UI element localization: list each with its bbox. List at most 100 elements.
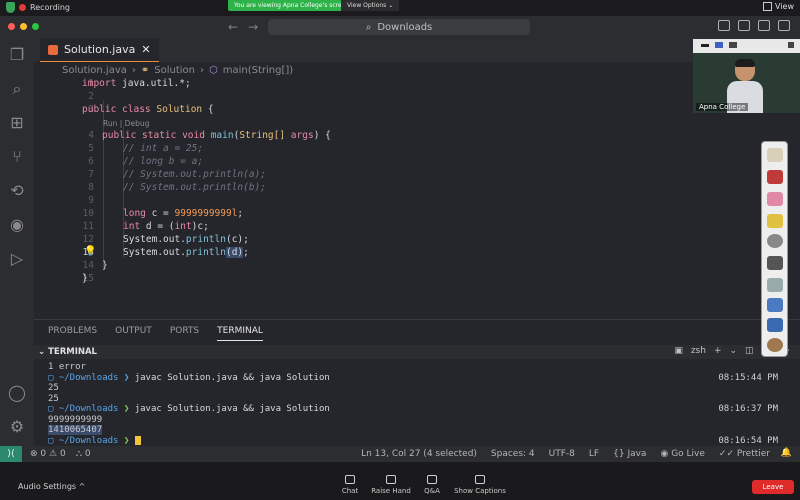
github-icon[interactable]: ◉	[8, 216, 26, 234]
tab-terminal[interactable]: TERMINAL	[217, 326, 263, 341]
minimize-icon[interactable]	[701, 44, 709, 47]
terminal-line: 25	[48, 393, 59, 404]
view-options-button[interactable]: View Options ⌄	[341, 0, 400, 11]
leave-button[interactable]: Leave	[752, 480, 794, 494]
new-terminal-icon[interactable]: +	[714, 346, 722, 356]
chevron-down-icon[interactable]: ⌄	[730, 346, 738, 356]
close-tab-icon[interactable]: ✕	[141, 43, 150, 56]
tab-problems[interactable]: PROBLEMS	[48, 326, 97, 341]
toggle-panel-icon[interactable]	[738, 20, 750, 31]
recording-indicator: Recording	[6, 2, 70, 13]
highlighter-icon[interactable]	[767, 214, 783, 228]
double-check-icon: ✓✓	[718, 449, 735, 459]
tab-ports[interactable]: PORTS	[170, 326, 199, 341]
account-icon[interactable]: ◯	[8, 384, 26, 402]
problems-status[interactable]: ⊗ 0 ⚠ 0	[30, 449, 66, 459]
window-icon[interactable]	[729, 42, 737, 48]
code-line-current: System.out.println(d);	[123, 247, 249, 258]
search-icon: ⌕	[365, 21, 372, 33]
line-number: 8	[88, 182, 94, 193]
folder-icon: ▢	[48, 404, 59, 414]
breadcrumb-class[interactable]: Solution	[154, 65, 195, 76]
toggle-sidebar-icon[interactable]	[718, 20, 730, 31]
activity-bar: ❐ ⌕ ⊞ ⑂ ⟲ ◉ ▷ ◯ ⚙	[0, 38, 34, 446]
screenshot-icon[interactable]	[767, 318, 783, 332]
audio-settings-button[interactable]: Audio Settings ^	[18, 482, 85, 491]
vscode-titlebar: ←→ ⌕ Downloads	[0, 16, 800, 38]
explorer-icon[interactable]: ❐	[8, 46, 26, 64]
language-mode[interactable]: {} Java	[613, 449, 646, 459]
close-window-button[interactable]	[8, 23, 15, 30]
terminal-line: 1 error	[48, 362, 86, 372]
chevron-right-icon: ›	[131, 65, 136, 76]
maximize-window-button[interactable]	[32, 23, 39, 30]
cc-icon	[475, 475, 485, 484]
brush-icon[interactable]	[767, 256, 783, 270]
forward-arrow-icon[interactable]: →	[248, 20, 268, 34]
pen-red-icon[interactable]	[767, 170, 783, 184]
toggle-secondary-sidebar-icon[interactable]	[758, 20, 770, 31]
indentation[interactable]: Spaces: 4	[491, 449, 535, 459]
expand-icon[interactable]	[788, 42, 794, 48]
customize-layout-icon[interactable]	[778, 20, 790, 31]
code-line: import java.util.*;	[82, 78, 191, 89]
view-button[interactable]: View	[763, 2, 794, 11]
code-line: // long b = a;	[123, 156, 204, 167]
ruler-icon[interactable]	[767, 278, 783, 292]
line-number: 10	[82, 208, 94, 219]
bottom-panel: PROBLEMS OUTPUT PORTS TERMINAL ⌄ TERMINA…	[34, 319, 800, 446]
line-number: 2	[88, 91, 94, 102]
nav-arrows[interactable]: ←→	[228, 20, 268, 34]
pointer-icon[interactable]	[767, 234, 783, 248]
view-options-label: View Options	[347, 2, 387, 9]
selected-text: (d)	[225, 247, 244, 258]
folder-icon: ▢	[48, 372, 59, 383]
search-icon[interactable]: ⌕	[8, 80, 26, 98]
selected-text: 1410065407	[48, 425, 103, 435]
terminal-title[interactable]: ⌄ TERMINAL	[38, 347, 97, 357]
go-live-button[interactable]: ◉ Go Live	[660, 449, 704, 459]
code-line: public class Solution {	[82, 104, 214, 115]
avatar[interactable]	[767, 338, 783, 352]
breadcrumb-method[interactable]: main(String[])	[223, 65, 293, 76]
settings-gear-icon[interactable]: ⚙	[8, 418, 26, 436]
shell-label[interactable]: zsh	[691, 346, 706, 356]
prettier-status[interactable]: ✓✓ Prettier	[719, 449, 770, 459]
line-number: 6	[88, 156, 94, 167]
terminal-output[interactable]: 1 error ▢ ~/Downloads ❯ javac Solution.j…	[48, 362, 788, 446]
source-control-icon[interactable]: ⑂	[8, 148, 26, 166]
remote-indicator-icon[interactable]: ⟩⟨	[0, 446, 22, 462]
back-arrow-icon[interactable]: ←	[228, 20, 248, 34]
line-number: 4	[88, 130, 94, 141]
notifications-bell-icon[interactable]: 🔔	[781, 448, 792, 458]
minimize-window-button[interactable]	[20, 23, 27, 30]
encoding[interactable]: UTF-8	[549, 449, 575, 459]
ports-status[interactable]: ⛬ 0	[76, 449, 91, 459]
extensions-icon[interactable]: ⊞	[8, 114, 26, 132]
zoom-controls-bar: Audio Settings ^ Chat Raise Hand Q&A Sho…	[0, 462, 800, 500]
terminal-line: 1410065407	[48, 425, 788, 436]
screen-icon[interactable]	[767, 298, 783, 312]
terminal-header: ⌄ TERMINAL ▣ zsh + ⌄ ◫ 🗑 ⋯	[34, 345, 800, 359]
cursor-position[interactable]: Ln 13, Col 27 (4 selected)	[361, 449, 477, 459]
codelens-run-debug[interactable]: Run | Debug	[103, 119, 149, 128]
tab-output[interactable]: OUTPUT	[115, 326, 152, 341]
breadcrumb-file[interactable]: Solution.java	[62, 65, 127, 76]
code-line: }	[102, 260, 108, 271]
qa-button[interactable]: Q&A	[407, 475, 457, 495]
command-center-search[interactable]: ⌕ Downloads	[268, 19, 530, 35]
run-debug-icon[interactable]: ▷	[8, 250, 26, 268]
code-line: public static void main(String[] args) {	[102, 130, 331, 141]
tab-solution-java[interactable]: Solution.java ✕	[40, 38, 159, 62]
folder-icon: ▢	[48, 435, 59, 446]
webcam-thumbnail[interactable]: Apna College	[693, 39, 800, 113]
lightbulb-icon[interactable]: 💡	[84, 246, 96, 257]
eraser-icon[interactable]	[767, 192, 783, 206]
remote-explorer-icon[interactable]: ⟲	[8, 182, 26, 200]
line-number: 12	[82, 234, 94, 245]
video-icon	[715, 42, 723, 48]
notepad-icon[interactable]	[767, 148, 783, 162]
split-terminal-icon[interactable]: ◫	[745, 346, 754, 356]
show-captions-button[interactable]: Show Captions	[454, 475, 506, 495]
line-ending[interactable]: LF	[589, 449, 599, 459]
